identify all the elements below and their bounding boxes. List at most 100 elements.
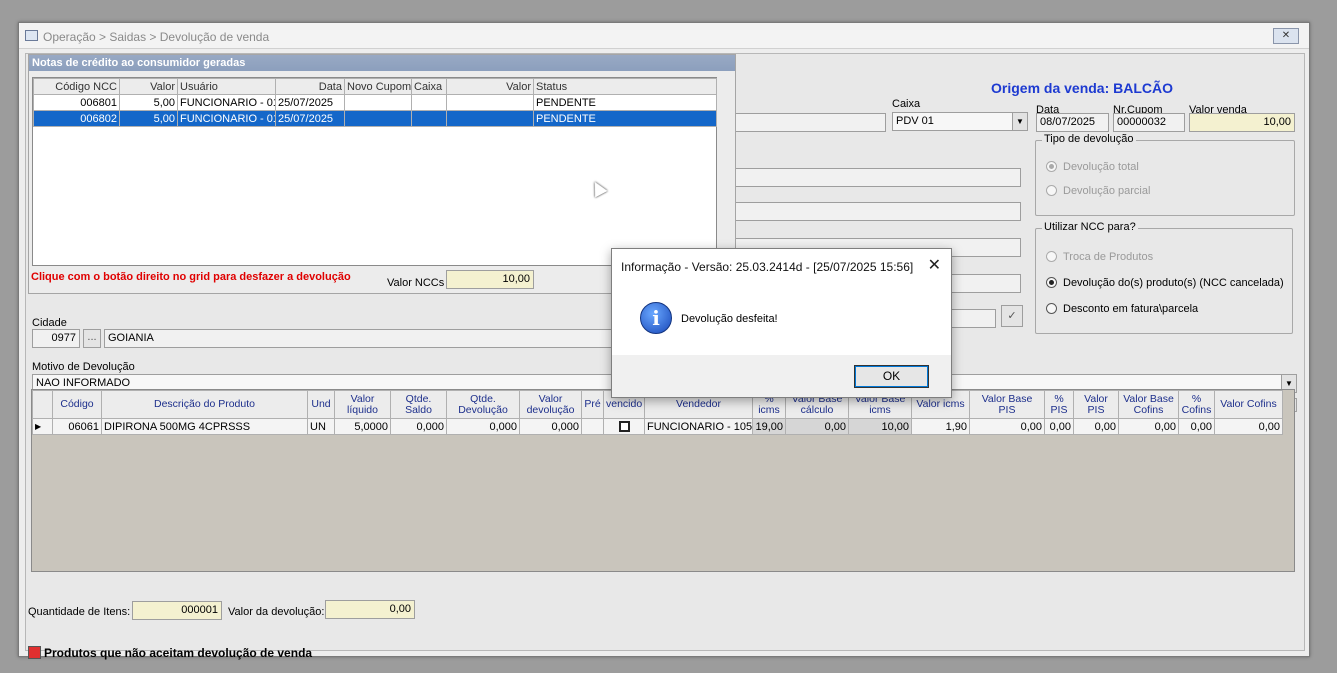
dialog-title: Informação - Versão: 25.03.2414d - [25/0… <box>621 260 914 274</box>
product-cell <box>581 418 604 435</box>
data-field[interactable]: 08/07/2025 <box>1036 113 1109 132</box>
radio-label: Desconto em fatura\parcela <box>1063 303 1199 315</box>
product-grid-body: ▶ 06061 DIPIRONA 500MG 4CPRSSS UN 5,0000 0,00… <box>32 418 1283 435</box>
product-col-header[interactable]: Descrição do Produto <box>101 390 308 419</box>
valor-devolucao-field[interactable]: 0,00 <box>325 600 415 619</box>
ncc-cell: PENDENTE <box>533 110 717 127</box>
product-col-header[interactable]: Valor Base Cofins <box>1118 390 1179 419</box>
dialog-close-icon[interactable]: ✕ <box>928 255 941 275</box>
ncc-grid[interactable]: Código NCC Valor Usuário Data Novo Cupom Caix… <box>32 77 717 266</box>
radio-devolucao-total[interactable]: Devolução total <box>1046 161 1139 173</box>
ncc-row[interactable]: 006802 5,00 FUNCIONARIO - 01 25/07/2025 PEND… <box>33 110 717 127</box>
product-col-header[interactable]: Valor líquido <box>334 390 391 419</box>
ncc-col-header[interactable]: Usuário <box>177 78 276 95</box>
product-col-header[interactable]: Código <box>52 390 102 419</box>
ncc-cell <box>344 94 412 111</box>
product-cell <box>603 418 645 435</box>
cidade-name-field[interactable]: GOIANIA <box>104 329 614 348</box>
ok-button[interactable]: OK <box>854 365 929 388</box>
ncc-table: Código NCC Valor Usuário Data Novo Cupom Caix… <box>33 78 717 127</box>
product-col-header[interactable]: % PIS <box>1044 390 1074 419</box>
product-row[interactable]: ▶ 06061 DIPIRONA 500MG 4CPRSSS UN 5,0000 0,00… <box>32 418 1283 435</box>
qtd-itens-field[interactable]: 000001 <box>132 601 222 620</box>
product-cell: 0,00 <box>969 418 1045 435</box>
product-cell: 0,00 <box>1118 418 1179 435</box>
row-pointer-icon: ▶ <box>32 418 53 435</box>
product-cell: FUNCIONARIO - 105 <box>644 418 753 435</box>
text-field-2[interactable] <box>726 202 1021 221</box>
radio-icon <box>1046 161 1057 172</box>
nrcupom-field[interactable]: 00000032 <box>1113 113 1185 132</box>
ncc-cell: 006802 <box>33 110 120 127</box>
radio-troca-produtos[interactable]: Troca de Produtos <box>1046 251 1153 263</box>
close-button[interactable]: ✕ <box>1273 28 1299 44</box>
product-col-header[interactable]: Valor devolução <box>519 390 582 419</box>
product-cell: 0,00 <box>1073 418 1119 435</box>
product-cell: DIPIRONA 500MG 4CPRSSS <box>101 418 308 435</box>
valor-nccs-field[interactable]: 10,00 <box>446 270 534 289</box>
utilizar-ncc-group: Utilizar NCC para? Troca de Produtos Dev… <box>1035 221 1293 334</box>
chevron-down-icon[interactable]: ▼ <box>1012 113 1027 130</box>
product-cell: 5,0000 <box>334 418 391 435</box>
caixa-label: Caixa <box>892 98 921 110</box>
title-bar: Operação > Saidas > Devolução de venda ✕ <box>19 23 1309 49</box>
product-col-header[interactable]: Qtde. Saldo <box>390 390 447 419</box>
ncc-row[interactable]: 006801 5,00 FUNCIONARIO - 01 25/07/2025 PEND… <box>33 94 717 111</box>
ncc-cell <box>411 110 447 127</box>
radio-icon <box>1046 303 1057 314</box>
product-col-header[interactable]: Valor PIS <box>1073 390 1119 419</box>
dialog-footer: OK <box>612 355 951 397</box>
ncc-col-header[interactable]: Novo Cupom <box>344 78 412 95</box>
product-cell: 10,00 <box>848 418 912 435</box>
product-col-header[interactable]: Valor Base PIS <box>969 390 1045 419</box>
cidade-search-button[interactable]: ... <box>83 329 101 348</box>
product-cell: 0,00 <box>1044 418 1074 435</box>
product-grid[interactable]: Código Descrição do Produto Und Valor líqui… <box>31 389 1295 572</box>
product-cell: 1,90 <box>911 418 970 435</box>
ncc-col-header[interactable]: Caixa <box>411 78 447 95</box>
ncc-grid-header: Código NCC Valor Usuário Data Novo Cupom Caix… <box>33 78 717 95</box>
qtd-itens-label: Quantidade de Itens: <box>28 606 131 618</box>
product-col-header[interactable]: % Cofins <box>1178 390 1215 419</box>
ncc-grid-body: 006801 5,00 FUNCIONARIO - 01 25/07/2025 PEND… <box>33 94 717 127</box>
ncc-col-header[interactable]: Valor <box>119 78 178 95</box>
cliente-field[interactable] <box>726 113 886 132</box>
radio-desconto-fatura[interactable]: Desconto em fatura\parcela <box>1046 303 1198 315</box>
product-col-header[interactable]: Und <box>307 390 335 419</box>
product-col-header[interactable]: Valor Cofins <box>1214 390 1283 419</box>
dialog-message: Devolução desfeita! <box>681 313 778 325</box>
text-field-1[interactable] <box>726 168 1021 187</box>
ncc-col-header[interactable]: Valor <box>446 78 534 95</box>
radio-devolucao-parcial[interactable]: Devolução parcial <box>1046 185 1150 197</box>
ncc-col-header[interactable]: Status <box>533 78 717 95</box>
product-cell: 0,00 <box>1178 418 1215 435</box>
motivo-label: Motivo de Devolução <box>32 361 135 373</box>
product-cell: 0,000 <box>446 418 520 435</box>
ncc-panel-title: Notas de crédito ao consumidor geradas <box>29 55 735 71</box>
cidade-code-field[interactable]: 0977 <box>32 329 80 348</box>
confirm-icon[interactable]: ✓ <box>1001 305 1023 327</box>
caixa-select[interactable]: PDV 01 ▼ <box>892 112 1028 131</box>
tipo-devolucao-caption: Tipo de devolução <box>1042 133 1136 145</box>
ncc-col-header[interactable]: Data <box>275 78 345 95</box>
product-cell: 0,000 <box>519 418 582 435</box>
ncc-cell <box>446 110 534 127</box>
motivo-value: NAO INFORMADO <box>36 377 131 389</box>
valor-venda-field[interactable]: 10,00 <box>1189 113 1295 132</box>
ncc-cell: 5,00 <box>119 110 178 127</box>
origin-label: Origem da venda: BALCÃO <box>991 80 1174 96</box>
ncc-hint: Clique com o botão direito no grid para … <box>31 271 351 283</box>
ncc-cell: FUNCIONARIO - 01 <box>177 110 276 127</box>
vencido-checkbox[interactable] <box>618 420 630 432</box>
cidade-label: Cidade <box>32 317 67 329</box>
ncc-cell: 5,00 <box>119 94 178 111</box>
product-col-header[interactable]: Pré <box>581 390 604 419</box>
radio-icon <box>1046 251 1057 262</box>
radio-icon <box>1046 277 1057 288</box>
product-col-header[interactable]: Qtde. Devolução <box>446 390 520 419</box>
radio-devolucao-ncc-cancelada[interactable]: Devolução do(s) produto(s) (NCC cancelad… <box>1046 277 1284 289</box>
ncc-col-header[interactable]: Código NCC <box>33 78 120 95</box>
radio-label: Devolução total <box>1063 161 1139 173</box>
radio-label: Devolução do(s) produto(s) (NCC cancelad… <box>1063 277 1284 289</box>
radio-label: Troca de Produtos <box>1063 251 1154 263</box>
